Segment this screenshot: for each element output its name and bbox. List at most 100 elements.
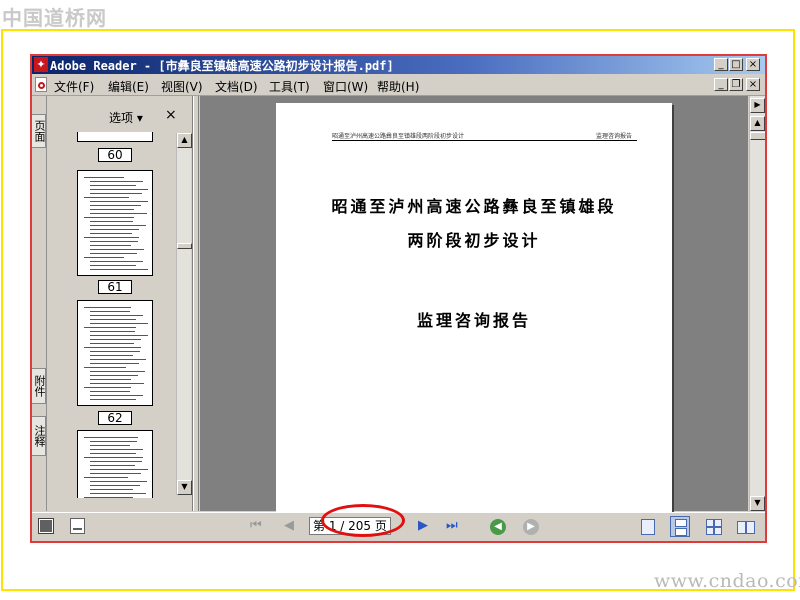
panel-close-icon[interactable]: × (165, 107, 177, 123)
menu-file[interactable]: 文件(F) (54, 78, 94, 95)
close-button[interactable]: × (746, 58, 760, 71)
document-scroll-thumb[interactable] (750, 132, 765, 140)
page-thumbnail-61[interactable] (77, 170, 153, 276)
thumbnail-text-line (90, 331, 135, 332)
page-options-arrow-icon[interactable]: ▶ (750, 98, 765, 113)
menu-bar: 文件(F) 编辑(E) 视图(V) 文档(D) 工具(T) 窗口(W) 帮助(H… (32, 75, 765, 96)
thumbnail-text-line (90, 489, 133, 490)
thumbnail-label: 62 (98, 411, 132, 425)
thumbnail-text-line (90, 233, 132, 234)
navigation-tabs-rail: 页面 附件 注释 (32, 96, 47, 511)
pdf-document-icon (35, 77, 47, 92)
scroll-thumb[interactable] (177, 243, 192, 249)
thumbnail-text-line (90, 209, 134, 210)
thumbnail-text-line (90, 449, 143, 450)
thumbnail-text-line (90, 375, 138, 376)
thumbnail-text-line (84, 367, 126, 368)
maximize-button[interactable]: □ (729, 58, 743, 71)
scroll-down-arrow-icon[interactable]: ▼ (750, 496, 765, 511)
title-bar: ✦ Adobe Reader - [市彝良至镇雄高速公路初步设计报告.pdf] … (32, 56, 765, 74)
thumbnail-text-line (90, 355, 133, 356)
doc-minimize-button[interactable]: _ (714, 78, 728, 91)
scroll-up-arrow-icon[interactable]: ▲ (177, 133, 192, 148)
first-page-icon[interactable]: ⏮ (250, 518, 262, 533)
document-scrollbar[interactable]: ▶ ▲ ▼ (749, 96, 765, 511)
thumbnail-scrollbar[interactable]: ▲ ▼ (176, 133, 192, 495)
header-rule (332, 140, 637, 141)
tab-attachments[interactable]: 附件 (32, 368, 46, 404)
pdf-page: 昭通至泸州高速公路彝良至镇雄段两阶段初步设计 监理咨询报告 昭通至泸州高速公路彝… (276, 103, 672, 518)
thumbnail-text-line (90, 469, 148, 470)
thumbnail-text-line (90, 193, 142, 194)
thumbnail-text-line (90, 185, 136, 186)
thumbnail-text-line (84, 477, 128, 478)
thumbnail-text-line (90, 201, 148, 202)
facing-view-icon[interactable] (737, 519, 755, 535)
page-thumbnail-60[interactable] (77, 132, 153, 142)
panel-toggle-icon[interactable] (38, 518, 54, 534)
scroll-down-arrow-icon[interactable]: ▼ (177, 480, 192, 495)
menu-document[interactable]: 文档(D) (215, 78, 258, 95)
thumbnail-text-line (90, 225, 146, 226)
tab-pages[interactable]: 页面 (32, 114, 46, 148)
thumbnail-text-line (90, 351, 140, 352)
pages-panel: 选项 ▾ × 60 61 62 ▲ ▼ (47, 96, 193, 511)
go-back-icon[interactable]: ◀ (490, 519, 506, 535)
thumbnail-text-line (90, 335, 148, 336)
thumbnail-text-line (90, 205, 141, 206)
thumbnail-text-line (90, 383, 144, 384)
thumbnail-text-line (84, 497, 133, 498)
thumbnail-text-line (90, 453, 136, 454)
minimize-button[interactable]: _ (714, 58, 728, 71)
thumbnail-text-line (90, 359, 146, 360)
thumbnail-text-line (90, 379, 131, 380)
panel-splitter[interactable] (193, 96, 199, 511)
running-header-right: 监理咨询报告 (596, 133, 633, 140)
thumbnail-text-line (84, 457, 143, 458)
thumbnail-text-line (84, 327, 136, 328)
thumbnail-text-line (90, 395, 143, 396)
thumbnail-text-line (90, 241, 138, 242)
menu-window[interactable]: 窗口(W) (323, 78, 368, 95)
thumbnail-text-line (90, 269, 148, 270)
page-thumbnail-62[interactable] (77, 300, 153, 406)
thumbnail-text-line (90, 221, 133, 222)
thumbnail-text-line (84, 437, 138, 438)
go-forward-icon[interactable]: ▶ (523, 519, 539, 535)
tab-comments[interactable]: 注释 (32, 416, 46, 456)
doc-restore-button[interactable]: ❐ (729, 78, 743, 91)
menu-tools[interactable]: 工具(T) (269, 78, 310, 95)
previous-page-icon[interactable]: ◀ (284, 518, 294, 533)
window-title: Adobe Reader - [市彝良至镇雄高速公路初步设计报告.pdf] (50, 59, 394, 73)
menu-view[interactable]: 视图(V) (161, 78, 203, 95)
single-page-view-icon[interactable] (641, 519, 655, 535)
doc-close-button[interactable]: × (746, 78, 760, 91)
scroll-up-arrow-icon[interactable]: ▲ (750, 116, 765, 131)
thumbnail-text-line (90, 441, 137, 442)
document-title-line2: 两阶段初步设计 (407, 231, 541, 250)
thumbnail-text-line (90, 189, 148, 190)
document-view[interactable]: 昭通至泸州高速公路彝良至镇雄段两阶段初步设计 监理咨询报告 昭通至泸州高速公路彝… (200, 96, 748, 518)
thumbnail-text-line (90, 493, 146, 494)
next-page-icon[interactable]: ▶ (418, 518, 428, 533)
thumbnail-label: 60 (98, 148, 132, 162)
continuous-view-icon[interactable] (670, 516, 690, 537)
page-size-icon[interactable] (70, 518, 85, 534)
thumbnail-text-line (90, 311, 130, 312)
thumbnail-text-line (90, 473, 141, 474)
last-page-icon[interactable]: ⏭ (446, 518, 458, 533)
continuous-facing-view-icon[interactable] (706, 519, 722, 535)
menu-help[interactable]: 帮助(H) (377, 78, 419, 95)
thumbnail-text-line (84, 347, 141, 348)
options-menu-button[interactable]: 选项 ▾ (109, 109, 143, 126)
document-report-title: 监理咨询报告 (416, 311, 531, 330)
thumbnail-text-line (90, 213, 147, 214)
adobe-reader-window: ✦ Adobe Reader - [市彝良至镇雄高速公路初步设计报告.pdf] … (32, 56, 765, 541)
menu-edit[interactable]: 编辑(E) (108, 78, 149, 95)
thumbnail-text-line (84, 197, 129, 198)
thumbnail-text-line (90, 445, 130, 446)
thumbnail-text-line (84, 307, 131, 308)
page-thumbnail-63[interactable] (77, 430, 153, 498)
page-field-highlight-circle (321, 504, 405, 537)
thumbnail-text-line (90, 343, 134, 344)
